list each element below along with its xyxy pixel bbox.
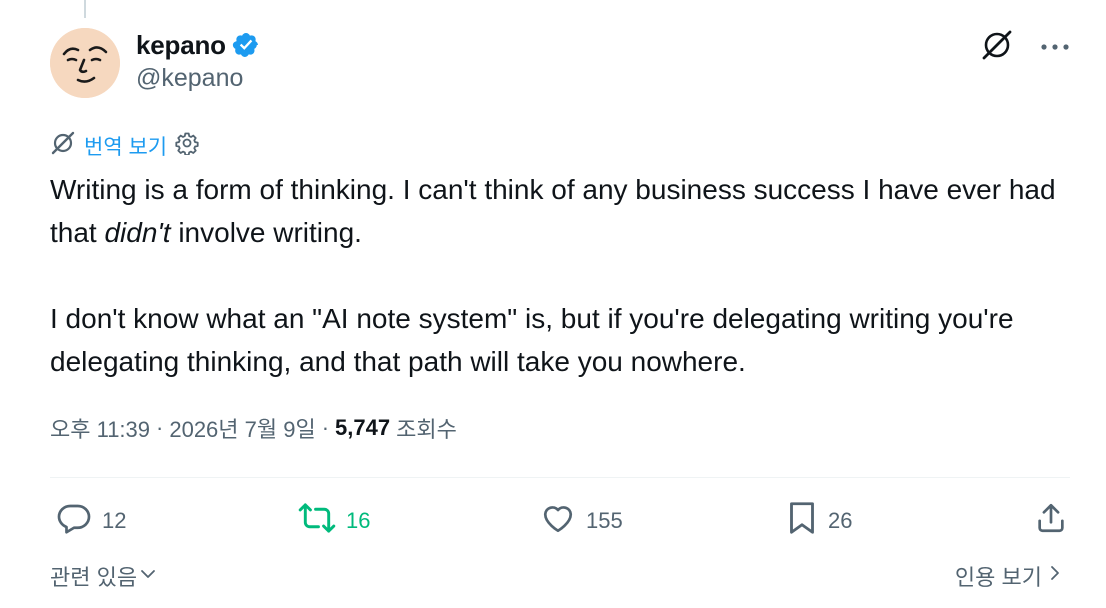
- grok-translate-icon: [50, 130, 76, 162]
- gear-icon[interactable]: [175, 131, 199, 161]
- share-button[interactable]: [1034, 500, 1068, 542]
- tweet-text-segment: involve writing.: [170, 217, 362, 248]
- translate-row: 번역 보기: [50, 130, 199, 162]
- reply-button[interactable]: 12: [56, 500, 126, 542]
- tweet-detail: kepano @kepano 번역 보기 Writing is a form o…: [0, 0, 1106, 608]
- bookmark-icon: [786, 500, 818, 542]
- tweet-time[interactable]: 오후 11:39: [50, 412, 150, 444]
- divider: [50, 477, 1070, 478]
- retweet-icon: [298, 500, 336, 542]
- display-name[interactable]: kepano: [136, 30, 226, 61]
- view-quotes-label: 인용 보기: [954, 565, 1042, 590]
- tweet-date[interactable]: 2026년 7월 9일: [169, 412, 315, 444]
- retweet-count: 16: [346, 508, 371, 533]
- tweet-text: Writing is a form of thinking. I can't t…: [50, 168, 1070, 383]
- avatar[interactable]: [50, 28, 120, 98]
- tweet-text-emphasis: didn't: [104, 217, 171, 248]
- share-icon: [1034, 500, 1068, 542]
- bookmark-button[interactable]: 26: [786, 500, 852, 542]
- tweet-meta: 오후 11:39 · 2026년 7월 9일 · 5,747 조회수: [50, 412, 457, 444]
- related-label: 관련 있음: [50, 565, 138, 590]
- thread-connector-line: [84, 0, 86, 18]
- related-link[interactable]: 관련 있음: [50, 560, 157, 592]
- views-count: 5,747: [335, 415, 391, 440]
- show-translation-link[interactable]: 번역 보기: [84, 131, 167, 161]
- like-count: 155: [586, 508, 623, 533]
- more-options-icon[interactable]: [1040, 39, 1070, 57]
- top-actions: [980, 28, 1070, 67]
- display-name-row: kepano: [136, 26, 260, 64]
- tweet-paragraph-2: I don't know what an "AI note system" is…: [50, 303, 1014, 377]
- meta-separator: ·: [156, 415, 164, 440]
- heart-icon: [540, 500, 576, 542]
- verified-badge-icon[interactable]: [232, 31, 260, 59]
- chevron-down-icon: [139, 563, 157, 589]
- meta-separator: ·: [321, 415, 330, 440]
- chevron-right-icon: [1048, 563, 1062, 589]
- like-button[interactable]: 155: [540, 500, 623, 542]
- handle[interactable]: @kepano: [136, 64, 260, 93]
- views-label: 조회수: [396, 417, 457, 442]
- view-quotes-link[interactable]: 인용 보기: [955, 560, 1062, 592]
- tweet-paragraph-1: Writing is a form of thinking. I can't t…: [50, 168, 1070, 254]
- reply-icon: [56, 500, 92, 542]
- retweet-button[interactable]: 16: [298, 500, 370, 542]
- action-bar: 12 16 155 26: [50, 500, 1070, 544]
- bookmark-count: 26: [828, 508, 853, 533]
- author-block: kepano @kepano: [136, 26, 260, 93]
- grok-icon[interactable]: [980, 28, 1014, 67]
- reply-count: 12: [102, 508, 127, 533]
